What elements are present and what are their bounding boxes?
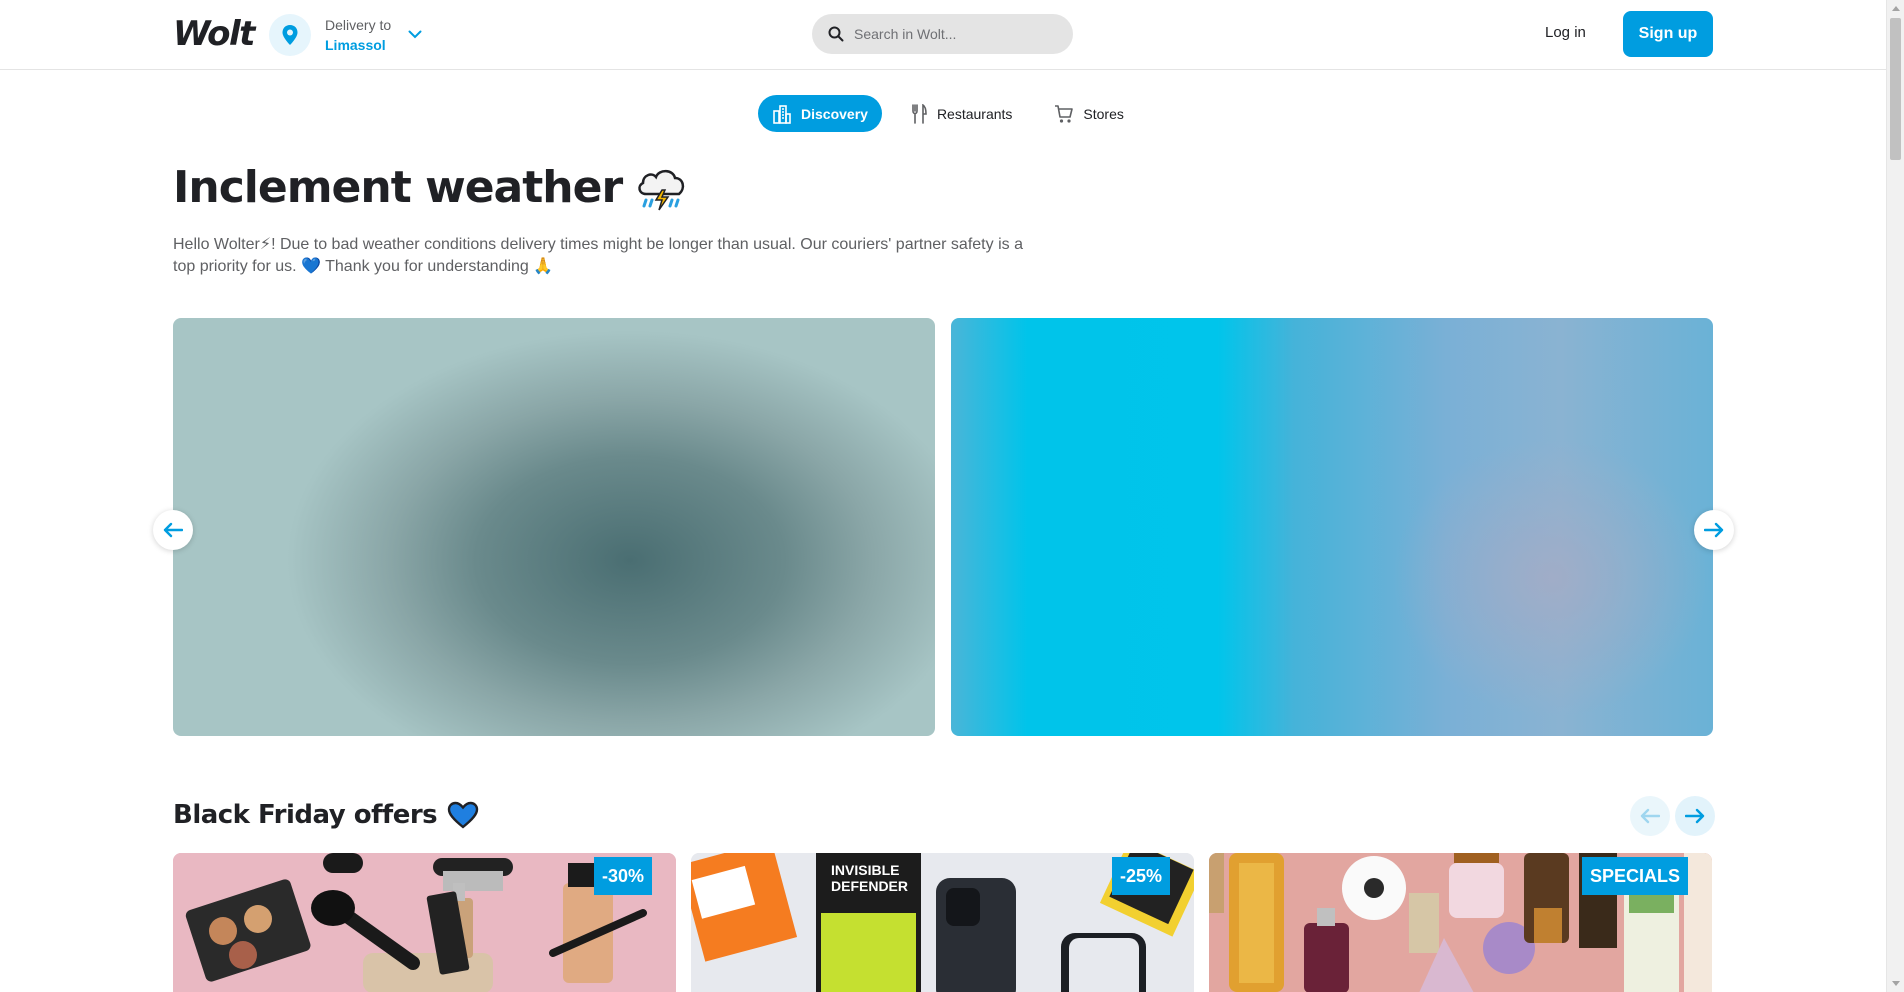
title-text: Inclement weather	[173, 162, 623, 213]
page-scrollbar[interactable]	[1886, 0, 1904, 992]
section-prev-button[interactable]	[1630, 796, 1670, 836]
section-title: Black Friday offers	[173, 800, 479, 830]
section-next-button[interactable]	[1675, 796, 1715, 836]
offer-card-cosmetics[interactable]: -30%	[173, 853, 676, 992]
svg-text:INVISIBLE: INVISIBLE	[831, 862, 899, 878]
discount-badge: -30%	[593, 857, 652, 895]
tab-label: Discovery	[801, 105, 868, 122]
top-header: Wolt Delivery to Limassol Log in Sign up	[0, 0, 1886, 70]
storm-cloud-icon	[638, 169, 685, 210]
location-pin-icon[interactable]	[269, 14, 311, 56]
scroll-thumb[interactable]	[1890, 18, 1901, 160]
chevron-down-icon[interactable]	[408, 26, 422, 44]
login-link[interactable]: Log in	[1545, 24, 1586, 41]
search-input[interactable]	[854, 26, 1054, 42]
discount-badge: -25%	[1111, 857, 1170, 895]
tab-restaurants[interactable]: Restaurants	[896, 95, 1026, 132]
wolt-logo[interactable]: Wolt	[173, 14, 255, 54]
carousel-next-button[interactable]	[1694, 510, 1734, 550]
scroll-down-icon[interactable]	[1892, 981, 1900, 986]
city-icon	[773, 104, 791, 124]
promo-banner-2[interactable]	[951, 318, 1713, 736]
delivery-label: Delivery to	[325, 17, 392, 33]
section-title-text: Black Friday offers	[173, 800, 438, 830]
delivery-selector[interactable]: Delivery to Limassol	[325, 15, 391, 55]
offer-card-phone-cases[interactable]: INVISIBLE DEFENDER -25%	[691, 853, 1194, 992]
tab-discovery[interactable]: Discovery	[758, 95, 882, 132]
blue-heart-icon	[447, 801, 479, 829]
svg-text:DEFENDER: DEFENDER	[831, 878, 908, 894]
arrow-left-icon	[1640, 808, 1660, 824]
category-tabs: Discovery Restaurants Stores	[758, 95, 1152, 132]
search-bar[interactable]	[812, 14, 1073, 54]
tab-stores[interactable]: Stores	[1040, 95, 1137, 132]
fork-knife-icon	[912, 103, 927, 124]
specials-badge: SPECIALS	[1581, 857, 1688, 895]
carousel-prev-button[interactable]	[153, 510, 193, 550]
scroll-up-icon[interactable]	[1892, 6, 1900, 11]
offer-card-perfumes[interactable]: SPECIALS	[1209, 853, 1712, 992]
weather-notice: Hello Wolter⚡! Due to bad weather condit…	[173, 236, 1023, 275]
signup-button[interactable]: Sign up	[1623, 11, 1713, 57]
tab-label: Restaurants	[936, 105, 1013, 122]
tab-label: Stores	[1083, 105, 1124, 122]
page-title: Inclement weather	[173, 162, 688, 213]
arrow-right-icon	[1704, 522, 1724, 538]
cart-icon	[1055, 104, 1074, 123]
arrow-right-icon	[1685, 808, 1705, 824]
search-icon	[828, 26, 844, 42]
promo-banner-1[interactable]	[173, 318, 935, 736]
delivery-city: Limassol	[325, 37, 386, 53]
arrow-left-icon	[163, 522, 183, 538]
